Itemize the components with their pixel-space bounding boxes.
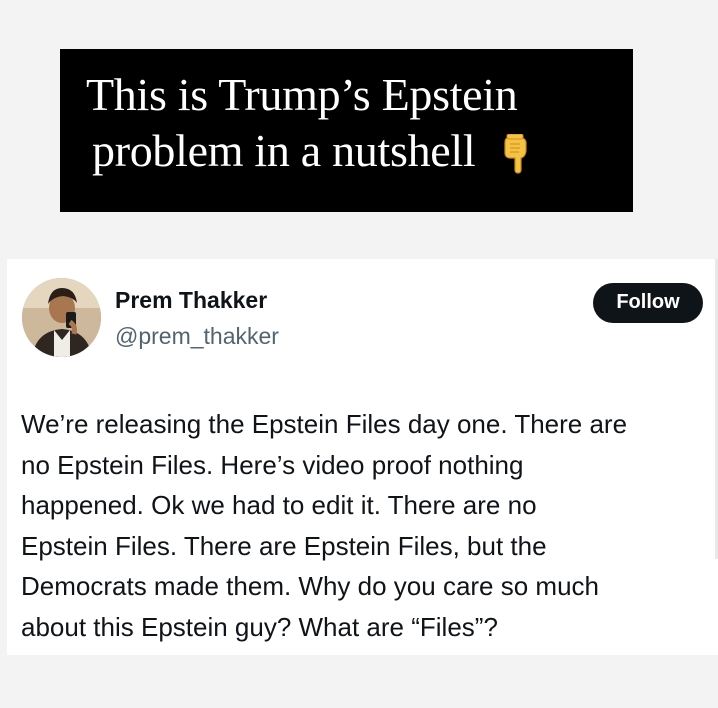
- pointing-down-icon: [503, 134, 527, 174]
- headline-banner: This is Trump’s Epstein problem in a nut…: [60, 49, 633, 212]
- tweet-text-line: no Epstein Files. Here’s video proof not…: [21, 449, 524, 480]
- headline-line-1: This is Trump’s Epstein: [86, 69, 518, 120]
- tweet-text: We’re releasing the Epstein Files day on…: [21, 404, 717, 647]
- tweet-text-line: Democrats made them. Why do you care so …: [21, 571, 600, 601]
- tweet-text-line: Epstein Files. There are Epstein Files, …: [21, 530, 547, 561]
- tweet-text-line: happened. Ok we had to edit it. There ar…: [21, 490, 537, 520]
- tweet-text-line: We’re releasing the Epstein Files day on…: [21, 409, 628, 439]
- avatar[interactable]: [22, 278, 101, 357]
- headline-line-2: problem in a nutshell: [92, 125, 476, 176]
- user-handle[interactable]: @prem_thakker: [115, 323, 279, 350]
- tweet-text-line: about this Epstein guy? What are “Files”…: [21, 611, 498, 642]
- headline-line-2-wrap: problem in a nutshell: [86, 123, 613, 179]
- display-name[interactable]: Prem Thakker: [115, 287, 267, 314]
- follow-button[interactable]: Follow: [593, 283, 703, 323]
- tweet-card: Prem Thakker @prem_thakker Follow We’re …: [7, 259, 718, 655]
- avatar-photo: [22, 278, 101, 357]
